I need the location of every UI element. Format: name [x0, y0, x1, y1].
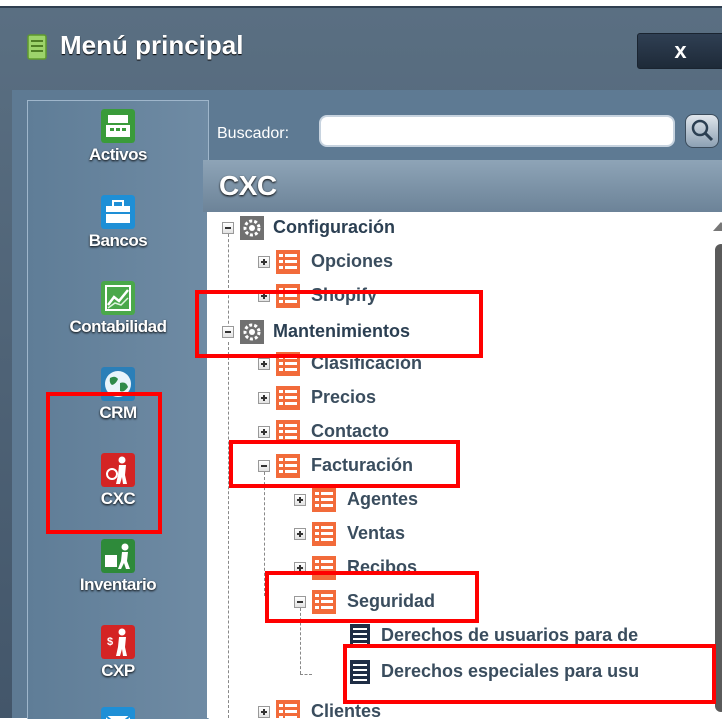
briefcase-icon	[101, 195, 135, 229]
sidebar-item-label: CXP	[101, 661, 135, 680]
menu-book-icon	[27, 34, 47, 60]
tree-connector	[300, 674, 312, 675]
expand-toggle[interactable]	[294, 528, 306, 540]
scroll-up-icon[interactable]	[713, 222, 722, 231]
highlight-box-mantenimientos	[195, 290, 483, 358]
sidebar-item-mail[interactable]	[28, 707, 208, 719]
search-icon	[691, 119, 714, 142]
panel-title: CXC	[203, 160, 722, 212]
sidebar-item-cxp[interactable]: $ CXP	[28, 625, 208, 681]
search-label: Buscador:	[217, 125, 290, 142]
sidebar-item-label: Bancos	[88, 231, 148, 250]
expand-toggle[interactable]	[258, 358, 270, 370]
search-input[interactable]	[319, 115, 675, 147]
sidebar-item-activos[interactable]: Activos	[28, 109, 208, 165]
highlight-box-seguridad	[265, 571, 479, 623]
svg-text:$: $	[107, 636, 113, 648]
highlight-box-cxc	[46, 392, 162, 534]
search-button[interactable]	[685, 114, 719, 148]
list-icon	[276, 250, 300, 274]
worker-icon	[101, 539, 135, 573]
collapse-toggle[interactable]	[222, 222, 234, 234]
highlight-box-facturacion	[229, 440, 460, 488]
close-button[interactable]: x	[637, 33, 722, 69]
tree-node-label: Agentes	[347, 489, 419, 509]
sidebar-item-label: Contabilidad	[69, 317, 167, 336]
tree-node-label: Precios	[311, 387, 377, 407]
expand-toggle[interactable]	[258, 706, 270, 718]
sidebar-item-bancos[interactable]: Bancos	[28, 195, 208, 251]
vertical-scrollbar[interactable]	[713, 222, 722, 712]
list-icon	[312, 488, 336, 512]
sidebar-item-inventario[interactable]: Inventario	[28, 539, 208, 595]
cash-register-icon	[101, 109, 135, 143]
tree-connector	[228, 342, 229, 718]
expand-toggle[interactable]	[258, 426, 270, 438]
tree-node-label: Opciones	[311, 251, 394, 271]
mail-icon	[101, 707, 135, 719]
highlight-box-derechos-especiales	[343, 644, 716, 704]
window-title: Menú principal	[60, 30, 244, 60]
tree-node-label: Configuración	[273, 217, 395, 237]
gear-icon	[240, 216, 264, 240]
list-icon	[276, 386, 300, 410]
sidebar-item-label: Inventario	[79, 575, 157, 594]
scroll-thumb[interactable]	[715, 244, 722, 712]
expand-toggle[interactable]	[258, 256, 270, 268]
title-bar: Menú principal x	[0, 8, 722, 78]
main-panel: Buscador: CXC Configuración Opciones Sho…	[203, 90, 722, 718]
tree-node-label: Contacto	[311, 421, 389, 441]
person-money-icon: $	[101, 625, 135, 659]
expand-toggle[interactable]	[294, 494, 306, 506]
tree-node-label: Ventas	[347, 523, 406, 543]
expand-toggle[interactable]	[258, 392, 270, 404]
sidebar-item-label: Activos	[89, 145, 147, 164]
tree-node-label: Derechos de usuarios para de	[381, 625, 639, 645]
list-icon	[276, 700, 300, 718]
chart-icon	[101, 281, 135, 315]
list-icon	[312, 522, 336, 546]
sidebar-item-contabilidad[interactable]: Contabilidad	[28, 281, 208, 337]
